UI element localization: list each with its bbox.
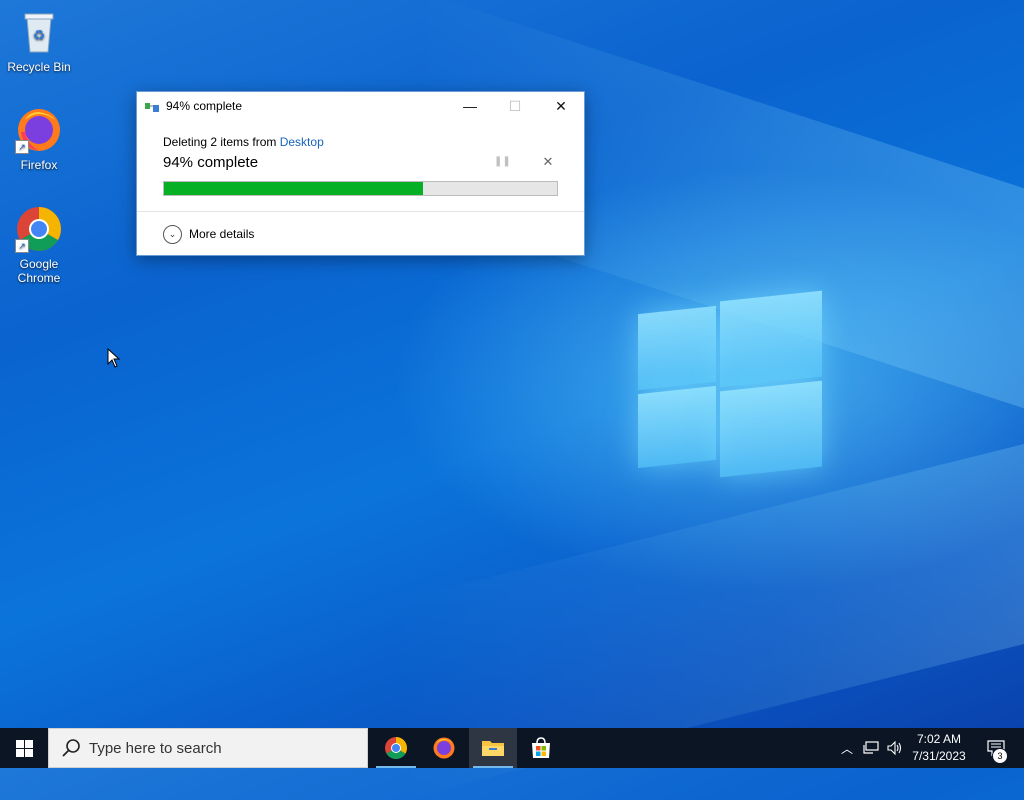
maximize-button[interactable]: ☐ bbox=[492, 92, 538, 120]
file-explorer-icon bbox=[482, 741, 504, 756]
pause-button[interactable]: ❚❚ bbox=[494, 156, 511, 170]
percent-complete-text: 94% complete bbox=[163, 154, 259, 171]
divider bbox=[137, 211, 584, 212]
search-placeholder: Type here to search bbox=[89, 739, 222, 757]
chrome-icon bbox=[385, 737, 407, 759]
chrome-icon: ↗ bbox=[15, 205, 63, 253]
volume-tray-button[interactable] bbox=[884, 728, 906, 768]
clock-date: 7/31/2023 bbox=[912, 749, 966, 763]
chevron-down-icon: ⌄ bbox=[163, 224, 182, 244]
notification-count-badge: 3 bbox=[992, 748, 1008, 764]
firefox-icon: ↗ bbox=[15, 106, 63, 154]
dialog-titlebar[interactable]: 94% complete — ☐ ✕ bbox=[137, 92, 584, 120]
shortcut-arrow-icon: ↗ bbox=[15, 239, 29, 253]
speaker-icon bbox=[887, 741, 902, 755]
more-details-toggle[interactable]: ⌄ More details bbox=[163, 224, 254, 244]
firefox-icon bbox=[433, 737, 455, 759]
svg-text:♻: ♻ bbox=[33, 27, 46, 43]
network-icon bbox=[863, 741, 879, 754]
desktop-icon-firefox[interactable]: ↗ Firefox bbox=[1, 106, 77, 172]
desktop-icon-label: Google Chrome bbox=[17, 257, 61, 285]
windows-start-icon bbox=[15, 739, 33, 757]
desktop-icon-label: Recycle Bin bbox=[7, 60, 71, 74]
start-button[interactable] bbox=[0, 728, 48, 768]
source-location-link[interactable]: Desktop bbox=[280, 135, 324, 149]
recycle-bin-icon: ♻ bbox=[15, 8, 63, 56]
desktop-icon-google-chrome[interactable]: ↗ Google Chrome bbox=[1, 205, 77, 285]
cancel-operation-button[interactable]: ✕ bbox=[541, 154, 555, 169]
store-icon bbox=[532, 737, 550, 758]
taskbar-app-store[interactable] bbox=[517, 728, 565, 768]
show-hidden-icons-button[interactable]: ︿ bbox=[836, 728, 858, 768]
mouse-cursor-icon bbox=[107, 347, 121, 368]
operation-text: Deleting 2 items from bbox=[163, 135, 277, 149]
windows-logo-wallpaper bbox=[636, 290, 822, 480]
progress-bar-fill bbox=[164, 182, 424, 195]
close-button[interactable]: ✕ bbox=[538, 92, 584, 120]
more-details-label: More details bbox=[189, 227, 255, 241]
file-operation-icon bbox=[145, 100, 160, 112]
taskbar-search-box[interactable]: Type here to search bbox=[48, 728, 368, 768]
search-icon bbox=[62, 739, 80, 757]
operation-description: Deleting 2 items from Desktop bbox=[163, 135, 324, 149]
desktop-icon-label: Firefox bbox=[20, 158, 58, 172]
taskbar-app-file-explorer[interactable] bbox=[469, 728, 517, 768]
dialog-title: 94% complete bbox=[166, 99, 243, 113]
clock-time: 7:02 AM bbox=[916, 732, 962, 746]
desktop-icon-recycle-bin[interactable]: ♻ Recycle Bin bbox=[1, 8, 77, 74]
taskbar-clock[interactable]: 7:02 AM 7/31/2023 bbox=[904, 731, 974, 765]
taskbar-app-chrome[interactable] bbox=[372, 728, 420, 768]
minimize-button[interactable]: — bbox=[447, 92, 493, 120]
taskbar: Type here to search ︿ 7:02 AM 7/31/2023 … bbox=[0, 728, 1024, 768]
progress-bar bbox=[163, 181, 558, 196]
shortcut-arrow-icon: ↗ bbox=[15, 140, 29, 154]
delete-progress-dialog: 94% complete — ☐ ✕ Deleting 2 items from… bbox=[136, 91, 585, 256]
taskbar-app-firefox[interactable] bbox=[420, 728, 468, 768]
chevron-up-icon: ︿ bbox=[840, 741, 853, 756]
network-tray-button[interactable] bbox=[860, 728, 882, 768]
